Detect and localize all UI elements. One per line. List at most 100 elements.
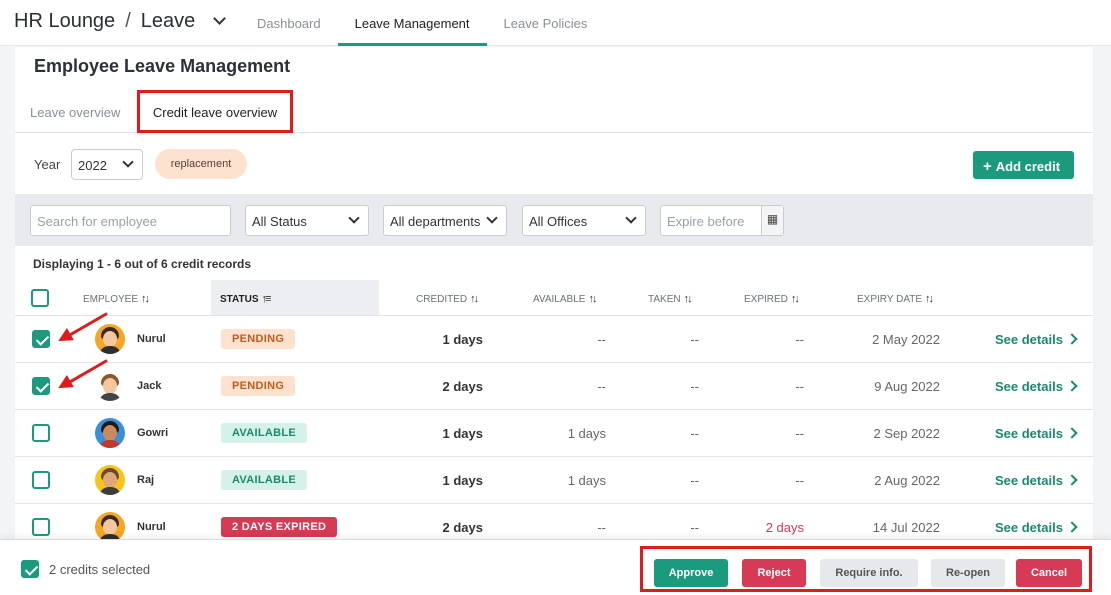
table-row[interactable]: Raj AVAILABLE 1 days 1 days -- -- 2 Aug … [15, 457, 1093, 504]
status-badge: AVAILABLE [221, 470, 308, 490]
expiry-date-value: 2 Aug 2022 [874, 473, 940, 488]
chevron-right-icon[interactable] [1066, 474, 1078, 486]
chevron-right-icon[interactable] [1066, 333, 1078, 345]
col-credited[interactable]: CREDITED ↑↓ [416, 293, 479, 305]
bulk-action-bar: 2 credits selected Approve Reject Requir… [0, 539, 1111, 595]
taken-value: -- [690, 379, 699, 394]
table-row[interactable]: Gowri AVAILABLE 1 days 1 days -- -- 2 Se… [15, 410, 1093, 457]
see-details-link[interactable]: See details [995, 473, 1063, 488]
status-badge: PENDING [221, 329, 296, 349]
search-input[interactable]: Search for employee [30, 205, 231, 236]
row-checkbox[interactable] [32, 518, 50, 536]
row-checkbox[interactable] [32, 377, 50, 395]
col-status[interactable]: STATUS ↑≡ [211, 280, 379, 315]
row-checkbox[interactable] [32, 330, 50, 348]
breadcrumb-separator: / [125, 10, 131, 32]
chevron-right-icon[interactable] [1066, 380, 1078, 392]
col-employee[interactable]: EMPLOYEE ↑↓ [83, 293, 150, 305]
office-filter[interactable]: All Offices [522, 205, 646, 236]
cancel-button[interactable]: Cancel [1016, 559, 1082, 587]
add-credit-button[interactable]: + Add credit [973, 151, 1074, 179]
leave-type-tag[interactable]: replacement [155, 149, 247, 179]
expired-value: -- [795, 473, 804, 488]
table-row[interactable]: Jack PENDING 2 days -- -- -- 9 Aug 2022 … [15, 363, 1093, 410]
tab-credit-leave-overview[interactable]: Credit leave overview [137, 90, 293, 133]
credited-value: 1 days [442, 332, 483, 347]
see-details-link[interactable]: See details [995, 426, 1063, 441]
chevron-down-icon [122, 156, 134, 168]
chevron-down-icon [348, 212, 360, 224]
year-select[interactable]: 2022 [71, 149, 143, 180]
avatar [95, 324, 125, 354]
see-details-link[interactable]: See details [995, 379, 1063, 394]
avatar [95, 512, 125, 542]
status-badge: 2 DAYS EXPIRED [221, 517, 338, 537]
table-header: EMPLOYEE ↑↓ STATUS ↑≡ CREDITED ↑↓ AVAILABLE… [15, 280, 1093, 316]
avatar [95, 371, 125, 401]
nav-leave-management[interactable]: Leave Management [337, 0, 487, 46]
plus-icon: + [983, 158, 992, 175]
sort-icon: ↑↓ [470, 293, 479, 305]
available-value: 1 days [567, 473, 606, 488]
approve-button[interactable]: Approve [654, 559, 728, 587]
employee-name[interactable]: Raj [137, 474, 154, 486]
require-info-button[interactable]: Require info. [820, 559, 918, 587]
main-nav: Dashboard Leave Management Leave Policie… [240, 0, 604, 46]
col-taken[interactable]: TAKEN ↑↓ [648, 293, 693, 305]
row-checkbox[interactable] [32, 424, 50, 442]
avatar [95, 418, 125, 448]
sort-icon: ↑≡ [261, 293, 272, 305]
department-filter-value: All departments [390, 214, 481, 229]
records-summary: Displaying 1 - 6 out of 6 credit records [33, 257, 252, 271]
expired-value: 2 days [765, 520, 804, 535]
col-available[interactable]: AVAILABLE ↑↓ [533, 293, 597, 305]
tab-leave-overview[interactable]: Leave overview [30, 90, 120, 133]
top-bar: HR Lounge / Leave Dashboard Leave Manage… [0, 0, 1111, 46]
credited-value: 1 days [442, 426, 483, 441]
status-filter[interactable]: All Status [245, 205, 369, 236]
reject-button[interactable]: Reject [742, 559, 806, 587]
col-expired[interactable]: EXPIRED ↑↓ [744, 293, 800, 305]
main-panel: Employee Leave Management Leave overview… [15, 47, 1093, 595]
credited-value: 2 days [442, 379, 483, 394]
sort-icon: ↑↓ [683, 293, 693, 305]
expiry-date-value: 2 May 2022 [872, 332, 940, 347]
chevron-down-icon[interactable] [213, 12, 227, 25]
row-checkbox[interactable] [32, 471, 50, 489]
expired-value: -- [795, 379, 804, 394]
page-title: Employee Leave Management [34, 56, 291, 76]
credited-value: 2 days [442, 520, 483, 535]
col-expiry-date[interactable]: EXPIRY DATE ↑↓ [857, 293, 934, 305]
expired-value: -- [795, 332, 804, 347]
chevron-right-icon[interactable] [1066, 521, 1078, 533]
department-filter[interactable]: All departments [383, 205, 507, 236]
sort-icon: ↑↓ [925, 293, 934, 305]
employee-name[interactable]: Nurul [137, 333, 166, 345]
chevron-down-icon [625, 212, 637, 224]
see-details-link[interactable]: See details [995, 332, 1063, 347]
chevron-down-icon [486, 212, 498, 224]
employee-name[interactable]: Jack [137, 380, 161, 392]
nav-dashboard[interactable]: Dashboard [240, 0, 338, 46]
expire-before-input[interactable]: Expire before ▦ [660, 205, 784, 236]
nav-leave-policies[interactable]: Leave Policies [487, 0, 605, 46]
available-value: -- [597, 520, 606, 535]
select-all-checkbox[interactable] [31, 289, 49, 307]
employee-name[interactable]: Nurul [137, 521, 166, 533]
taken-value: -- [690, 473, 699, 488]
app-name: HR Lounge [14, 10, 116, 32]
available-value: -- [597, 379, 606, 394]
reopen-button[interactable]: Re-open [931, 559, 1005, 587]
status-badge: PENDING [221, 376, 296, 396]
available-value: 1 days [567, 426, 606, 441]
calendar-icon[interactable]: ▦ [761, 206, 783, 235]
table-row[interactable]: Nurul PENDING 1 days -- -- -- 2 May 2022… [15, 316, 1093, 363]
taken-value: -- [690, 332, 699, 347]
see-details-link[interactable]: See details [995, 520, 1063, 535]
add-credit-label: Add credit [995, 159, 1061, 174]
selected-checkbox[interactable] [21, 560, 39, 578]
employee-name[interactable]: Gowri [137, 427, 168, 439]
taken-value: -- [690, 520, 699, 535]
chevron-right-icon[interactable] [1066, 427, 1078, 439]
module-selector[interactable]: Leave [141, 10, 196, 33]
